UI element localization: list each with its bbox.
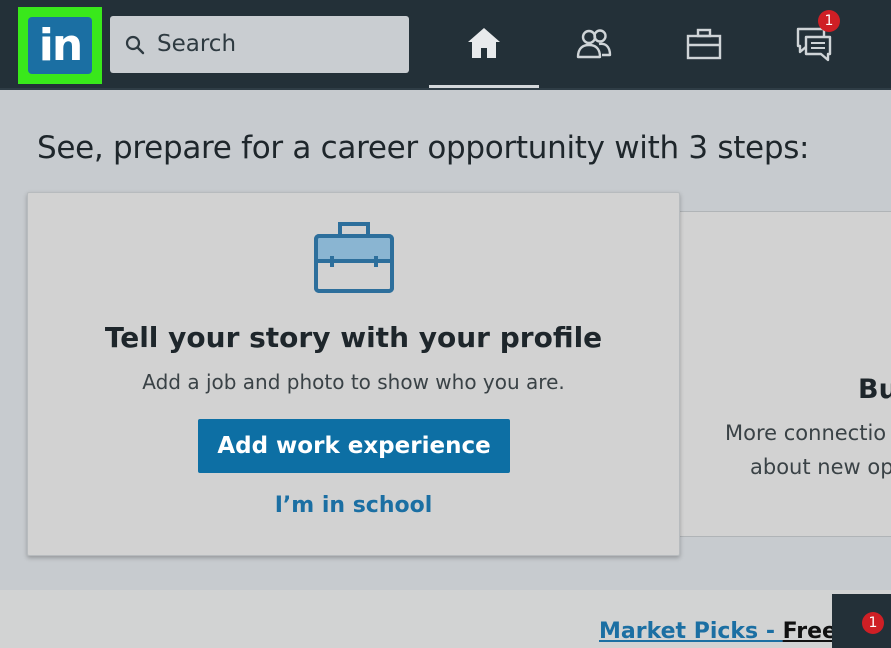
home-icon — [468, 27, 500, 58]
page-heading: See, prepare for a career opportunity wi… — [37, 130, 810, 166]
market-free-link[interactable]: Free — [783, 619, 837, 644]
messaging-dock[interactable]: 1 — [832, 594, 891, 648]
top-navbar: in Search 1 — [0, 0, 891, 90]
next-card-line-1: More connectio — [725, 421, 887, 445]
nav-messaging[interactable]: 1 — [759, 0, 869, 88]
next-card-title: Bu — [858, 374, 891, 405]
market-picks-link[interactable]: Market Picks - — [599, 619, 783, 644]
briefcase-icon — [686, 28, 722, 60]
logo-highlight: in — [18, 7, 102, 84]
card-subtitle: Add a job and photo to show who you are. — [142, 370, 565, 394]
briefcase-icon — [314, 222, 394, 293]
in-school-link[interactable]: I’m in school — [28, 493, 679, 518]
next-card-line-2: about new op — [750, 455, 891, 479]
people-icon — [576, 29, 612, 59]
nav-jobs[interactable] — [649, 0, 759, 88]
next-step-card: Bu More connectio about new op — [675, 211, 891, 537]
add-work-experience-button[interactable]: Add work experience — [198, 419, 510, 473]
nav-home[interactable] — [429, 0, 539, 88]
page: in Search 1 See, prepare for a career op… — [0, 0, 891, 648]
card-title: Tell your story with your profile — [104, 321, 603, 354]
search-input[interactable]: Search — [110, 16, 409, 73]
market-picks-ad[interactable]: Market Picks - Free — [599, 619, 837, 644]
search-icon — [125, 35, 145, 55]
search-placeholder: Search — [157, 31, 237, 57]
messaging-badge: 1 — [818, 10, 840, 32]
profile-step-card: Tell your story with your profile Add a … — [27, 192, 680, 556]
linkedin-logo[interactable]: in — [28, 17, 92, 74]
nav-my-network[interactable] — [539, 0, 649, 88]
dock-badge: 1 — [862, 612, 884, 634]
